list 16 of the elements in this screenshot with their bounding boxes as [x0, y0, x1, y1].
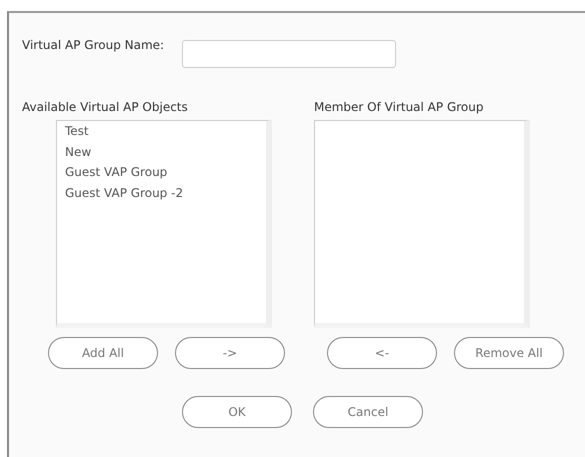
list-button[interactable]: Add All — [48, 337, 158, 369]
dialog-button[interactable]: Cancel — [313, 396, 423, 428]
list-item[interactable]: Guest VAP Group -2 — [65, 182, 266, 203]
list-button[interactable]: <- — [327, 337, 437, 369]
list-item[interactable]: New — [65, 142, 266, 162]
list-button[interactable]: -> — [175, 337, 285, 369]
list-item[interactable]: Guest VAP Group — [65, 162, 266, 182]
list-heading: Member Of Virtual AP Group — [314, 99, 484, 115]
list-box[interactable] — [314, 120, 530, 328]
list-item[interactable]: Test — [65, 121, 266, 142]
field-label: Virtual AP Group Name: — [22, 37, 166, 54]
list-button[interactable]: Remove All — [454, 337, 564, 369]
list-box[interactable]: Test New Guest VAP Group Guest VAP Group -2 — [56, 120, 272, 328]
input-field[interactable] — [182, 40, 396, 68]
dialog-button[interactable]: OK — [182, 396, 292, 428]
list-heading: Available Virtual AP Objects — [22, 99, 189, 115]
